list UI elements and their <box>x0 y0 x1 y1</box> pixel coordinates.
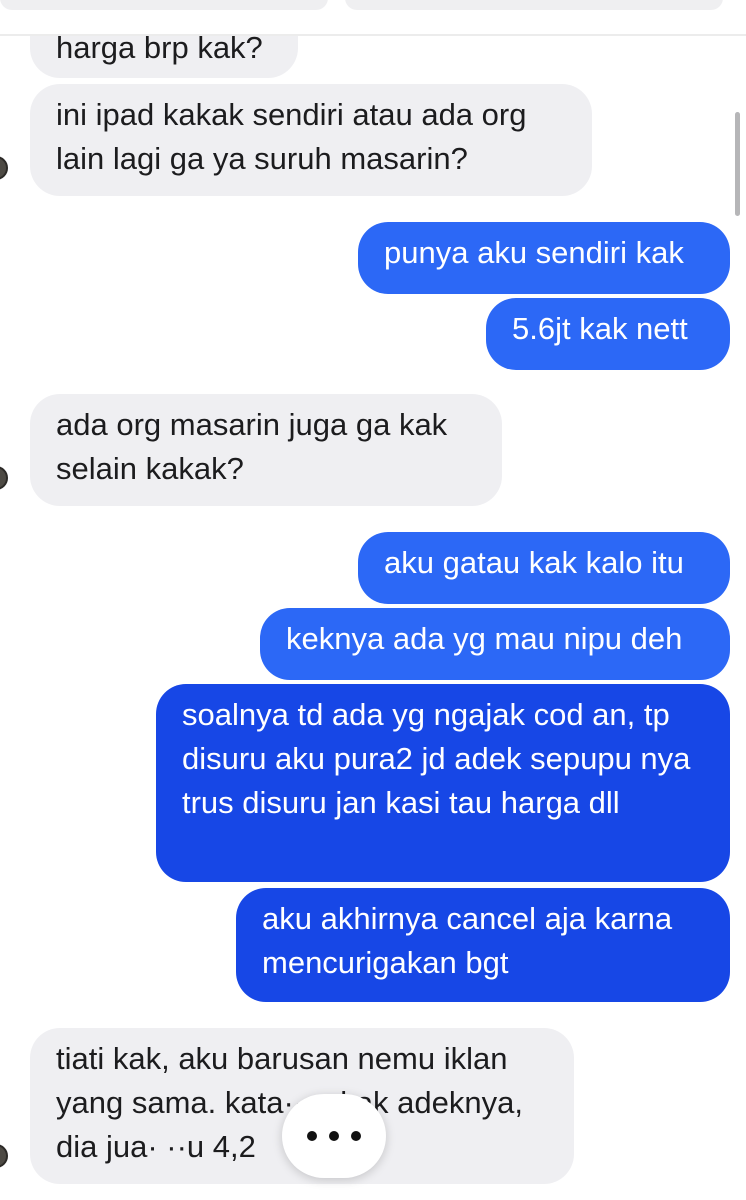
message-bubble-outgoing: aku gatau kak kalo itu <box>358 532 730 604</box>
message-bubble-outgoing: keknya ada yg mau nipu deh <box>260 608 730 680</box>
message-bubble-incoming: ini ipad kakak sendiri atau ada org lain… <box>30 84 592 196</box>
top-pill-left[interactable] <box>0 0 328 10</box>
message-text: ada org masarin juga ga kak selain kakak… <box>56 407 448 486</box>
message-text: punya aku sendiri kak <box>384 235 684 270</box>
top-bar <box>0 0 746 36</box>
message-text: aku gatau kak kalo itu <box>384 545 684 580</box>
top-pill-right[interactable] <box>345 0 723 10</box>
message-text: keknya ada yg mau nipu deh <box>286 621 683 656</box>
message-bubble-outgoing: punya aku sendiri kak <box>358 222 730 294</box>
message-text: soalnya td ada yg ngajak cod an, tp disu… <box>182 697 691 820</box>
scrollbar[interactable] <box>735 112 740 216</box>
contact-avatar[interactable] <box>0 156 8 180</box>
message-text: ini ipad kakak sendiri atau ada org lain… <box>56 97 527 176</box>
more-dots-icon[interactable] <box>282 1094 386 1178</box>
contact-avatar[interactable] <box>0 466 8 490</box>
dot <box>329 1131 339 1141</box>
message-bubble-outgoing: aku akhirnya cancel aja karna mencurigak… <box>236 888 730 1002</box>
message-bubble-outgoing: soalnya td ada yg ngajak cod an, tp disu… <box>156 684 730 882</box>
contact-avatar[interactable] <box>0 1144 8 1168</box>
message-text: 5.6jt kak nett <box>512 311 688 346</box>
message-bubble-incoming: ada org masarin juga ga kak selain kakak… <box>30 394 502 506</box>
message-bubble-outgoing: 5.6jt kak nett <box>486 298 730 370</box>
dot <box>351 1131 361 1141</box>
message-text: aku akhirnya cancel aja karna mencurigak… <box>262 901 673 980</box>
dot <box>307 1131 317 1141</box>
